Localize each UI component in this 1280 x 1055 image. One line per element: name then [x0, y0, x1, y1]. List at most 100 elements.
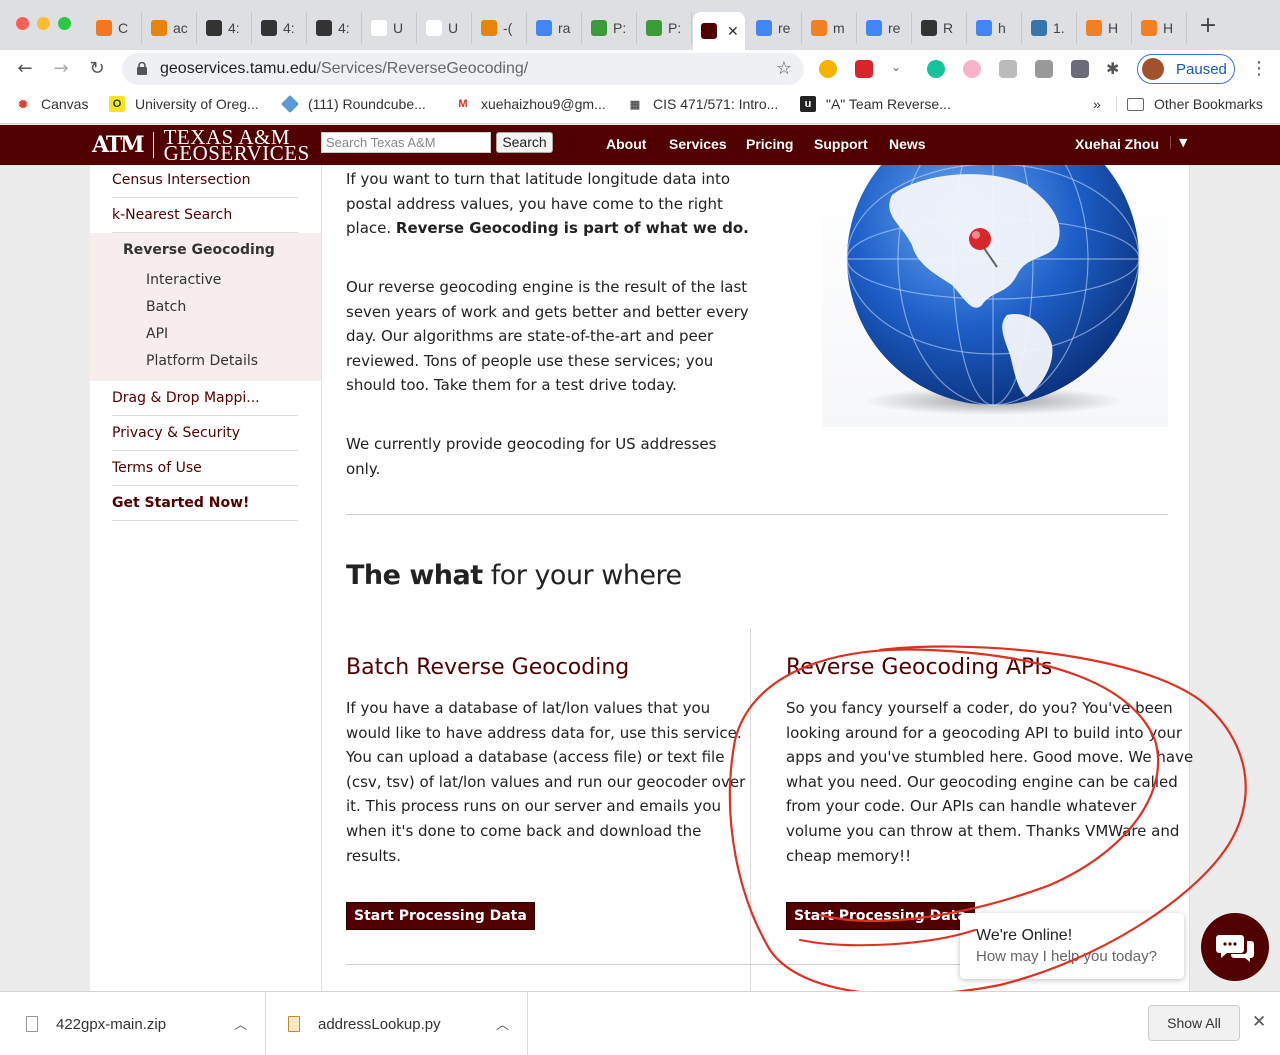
sidebar-item-get-started[interactable]: Get Started Now! [112, 495, 298, 521]
close-tab-icon[interactable]: ✕ [727, 23, 739, 40]
folder-icon [1127, 97, 1144, 111]
bookmarks-overflow-button[interactable]: » [1093, 96, 1101, 112]
zoom-window-button[interactable] [58, 17, 71, 30]
address-bar[interactable]: geoservices.tamu.edu/Services/ReverseGeo… [122, 53, 804, 85]
api-start-button[interactable]: Start Processing Data [786, 902, 975, 930]
site-search-input[interactable]: Search Texas A&M [321, 132, 491, 153]
globe-icon [846, 165, 1140, 415]
camera-icon[interactable] [1035, 60, 1053, 78]
browser-tab[interactable]: re [858, 12, 912, 44]
nav-about[interactable]: About [606, 136, 646, 152]
sidebar-item-privacy[interactable]: Privacy & Security [112, 425, 298, 451]
bookmark-ateam[interactable]: u "A" Team Reverse... [800, 96, 951, 112]
bookmark-roundcube[interactable]: (111) Roundcube... [280, 94, 426, 114]
bookmark-cis471[interactable]: ▦ CIS 471/571: Intro... [627, 96, 779, 112]
browser-tab[interactable]: C [88, 12, 142, 44]
sidebar-item-terms[interactable]: Terms of Use [112, 460, 298, 486]
download-item[interactable]: addressLookup.py ︿ [266, 992, 528, 1055]
site-search-button[interactable]: Search [496, 132, 553, 153]
sidebar-sub-api[interactable]: API [146, 326, 168, 342]
site-logo[interactable]: ATM TEXAS A&M GEOSERVICES [92, 127, 310, 164]
browser-tab[interactable]: 4: [308, 12, 362, 44]
profile-button[interactable]: Paused [1137, 54, 1235, 84]
bold-text: Reverse Geocoding is part of what we do. [395, 219, 749, 238]
atm-logo-mark: ATM [92, 132, 154, 158]
chat-prompt[interactable]: We're Online! How may I help you today? [960, 913, 1184, 979]
nav-support[interactable]: Support [814, 136, 868, 152]
browser-tab[interactable]: re [748, 12, 802, 44]
nav-pricing[interactable]: Pricing [746, 136, 793, 152]
forward-arrow-icon[interactable]: → [49, 57, 73, 81]
bookmark-uoregon[interactable]: O University of Oreg... [109, 96, 259, 112]
extension-icon[interactable]: ⌄ [891, 60, 909, 78]
chevron-down-icon[interactable]: ▼ [1170, 136, 1187, 149]
tab-favicon-icon [96, 20, 112, 36]
browser-tab[interactable]: H [1133, 12, 1187, 44]
avatar [1142, 58, 1164, 80]
browser-tab[interactable]: H [1078, 12, 1132, 44]
sidebar-sub-batch[interactable]: Batch [146, 299, 186, 315]
browser-tab[interactable]: U [418, 12, 472, 44]
tab-favicon-icon [371, 20, 387, 36]
new-tab-button[interactable]: + [1196, 15, 1220, 39]
text-line: from your code. Our APIs can handle what… [786, 797, 1137, 816]
chevron-up-icon[interactable]: ︿ [234, 1014, 247, 1033]
close-icon[interactable]: ✕ [1252, 1012, 1266, 1032]
back-arrow-icon[interactable]: ← [13, 57, 37, 81]
tab-label: -( [503, 20, 513, 36]
extension-icon[interactable] [1071, 60, 1089, 78]
show-all-button[interactable]: Show All [1148, 1005, 1240, 1041]
other-bookmarks[interactable]: Other Bookmarks [1116, 96, 1263, 112]
browser-tab[interactable]: P: [583, 12, 637, 44]
browser-tab[interactable]: 4: [253, 12, 307, 44]
browser-tab[interactable]: ✕ [693, 12, 745, 50]
tab-label: C [118, 20, 129, 36]
bookmark-star-icon[interactable]: ☆ [776, 58, 792, 79]
extension-icon[interactable] [963, 60, 981, 78]
gmail-icon: M [458, 98, 468, 110]
reload-icon[interactable]: ↻ [85, 57, 109, 81]
browser-tab[interactable]: ac [143, 12, 197, 44]
browser-tab[interactable]: 1. [1023, 12, 1077, 44]
bookmark-canvas[interactable]: ✺ Canvas [15, 96, 88, 112]
grammarly-icon[interactable] [927, 60, 945, 78]
nav-services[interactable]: Services [669, 136, 727, 152]
close-window-button[interactable] [16, 17, 29, 30]
divider [346, 514, 1168, 515]
extension-icon[interactable] [855, 60, 873, 78]
browser-tab[interactable]: ra [528, 12, 582, 44]
sidebar-item-census[interactable]: Census Intersection [112, 172, 298, 198]
browser-tab[interactable]: -( [473, 12, 527, 44]
extension-icon[interactable] [999, 60, 1017, 78]
minimize-window-button[interactable] [37, 17, 50, 30]
batch-paragraph: If you have a database of lat/lon values… [346, 696, 745, 868]
batch-start-button[interactable]: Start Processing Data [346, 902, 535, 930]
download-item[interactable]: 422gpx-main.zip ︿ [0, 992, 266, 1055]
nav-news[interactable]: News [889, 136, 926, 152]
browser-tab[interactable]: m [803, 12, 857, 44]
tab-label: ac [173, 20, 188, 36]
browser-tab[interactable]: U [363, 12, 417, 44]
extension-icon[interactable] [819, 60, 837, 78]
tab-label: P: [668, 20, 682, 36]
tab-label: 1. [1053, 20, 1065, 36]
bookmark-gmail[interactable]: M xuehaizhou9@gm... [455, 96, 605, 112]
browser-tab[interactable]: h [968, 12, 1022, 44]
chevron-up-icon[interactable]: ︿ [496, 1014, 509, 1033]
browser-tab[interactable]: R [913, 12, 967, 44]
browser-toolbar: ← → ↻ geoservices.tamu.edu/Services/Reve… [0, 50, 1280, 88]
sidebar-item-knearest[interactable]: k-Nearest Search [112, 207, 298, 233]
sidebar-sub-interactive[interactable]: Interactive [146, 272, 221, 288]
puzzle-icon[interactable]: ✱ [1106, 60, 1124, 78]
logo-text: TEXAS A&M GEOSERVICES [164, 127, 310, 164]
chat-launcher-button[interactable] [1201, 913, 1269, 981]
user-menu[interactable]: Xuehai Zhou [1075, 136, 1159, 152]
menu-icon[interactable]: ⋮ [1250, 58, 1268, 79]
sidebar-sub-platform-details[interactable]: Platform Details [146, 353, 258, 369]
sidebar-item-reverse-geocoding[interactable]: Reverse Geocoding [123, 242, 309, 267]
tab-favicon-icon [811, 20, 827, 36]
sidebar-item-drag-drop[interactable]: Drag & Drop Mappi... [112, 390, 298, 416]
overflow-label: » [1093, 96, 1101, 112]
browser-tab[interactable]: 4: [198, 12, 252, 44]
browser-tab[interactable]: P: [638, 12, 692, 44]
